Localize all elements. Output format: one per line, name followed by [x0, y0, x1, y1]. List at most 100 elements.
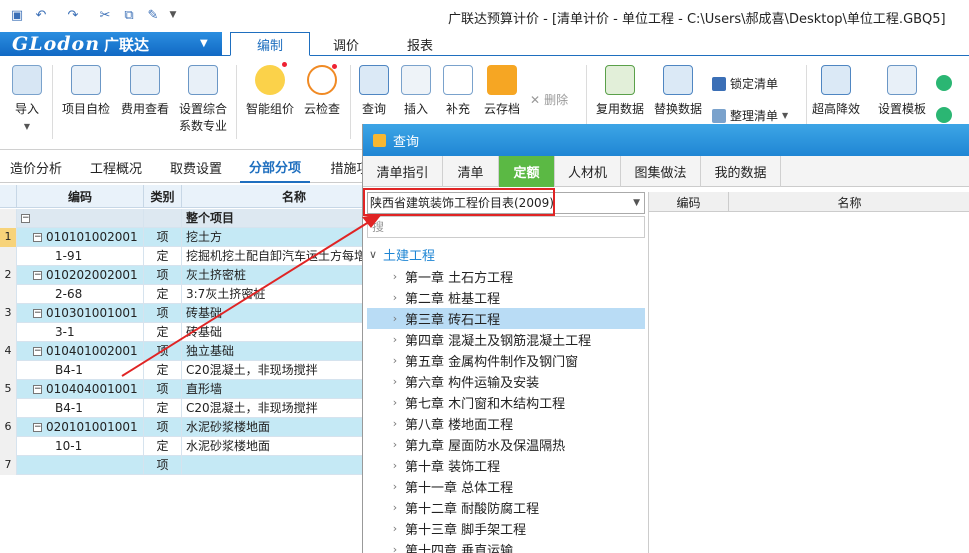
column-type[interactable]: 类别 — [144, 185, 182, 208]
results-column-code[interactable]: 编码 — [649, 192, 729, 212]
chapter-label: 第四章 混凝土及钢筋混凝土工程 — [405, 334, 592, 349]
tree-chapter-item[interactable]: › 第十一章 总体工程 — [367, 476, 645, 497]
smart-pricing-button[interactable]: 智能组价 — [244, 62, 296, 118]
query-button[interactable]: 查询 — [356, 65, 392, 118]
table-row[interactable]: 4 −010401002001 项独立基础 — [0, 342, 362, 361]
chevron-right-icon: › — [392, 438, 398, 451]
row-code: 3-1 — [55, 325, 75, 339]
paste-icon[interactable]: ✎ — [144, 6, 162, 24]
collapse-icon[interactable]: − — [21, 214, 30, 223]
project-self-check-button[interactable]: 项目自检 — [60, 65, 112, 118]
collapse-icon[interactable]: − — [33, 347, 42, 356]
tree-chapter-item[interactable]: › 第十二章 耐酸防腐工程 — [367, 497, 645, 518]
table-row[interactable]: 2-68 定 3:7灰土挤密桩 — [0, 285, 362, 304]
table-row[interactable]: 1-91 定挖掘机挖土配自卸汽车运土方每增 — [0, 247, 362, 266]
menu-tab-edit[interactable]: 编制 — [230, 32, 310, 56]
table-row-project[interactable]: − 整个项目 — [0, 209, 362, 228]
row-number — [0, 247, 17, 266]
collapse-icon[interactable]: − — [33, 423, 42, 432]
tree-chapter-item[interactable]: › 第十章 装饰工程 — [367, 455, 645, 476]
tab-my-data[interactable]: 我的数据 — [701, 156, 781, 187]
row-number: 3 — [0, 304, 17, 323]
table-row[interactable]: B4-1 定 C20混凝土，非现场搅拌 — [0, 399, 362, 418]
undo-icon[interactable]: ↶ — [32, 6, 50, 24]
collapse-icon[interactable]: − — [33, 385, 42, 394]
tree-chapter-item[interactable]: › 第十四章 垂直运输 — [367, 539, 645, 553]
tab-project-overview[interactable]: 工程概况 — [82, 151, 150, 183]
table-row[interactable]: B4-1 定 C20混凝土，非现场搅拌 — [0, 361, 362, 380]
set-compound-button[interactable]: 设置综合 系数专业 — [176, 65, 230, 135]
extra-tool-button-1[interactable] — [936, 75, 952, 91]
organize-icon — [712, 108, 726, 123]
menu-tab-adjust[interactable]: 调价 — [312, 32, 380, 56]
row-number: 2 — [0, 266, 17, 285]
tab-atlas-method[interactable]: 图集做法 — [621, 156, 701, 187]
tab-labor-material[interactable]: 人材机 — [555, 156, 621, 187]
fee-view-button[interactable]: 费用查看 — [118, 65, 172, 118]
results-column-name[interactable]: 名称 — [729, 192, 969, 212]
supplement-button[interactable]: 补充 — [440, 65, 476, 118]
table-row[interactable]: 5 −010404001001 项直形墙 — [0, 380, 362, 399]
organize-list-button[interactable]: 整理清单 ▼ — [712, 107, 788, 124]
collapse-icon[interactable]: − — [33, 271, 42, 280]
tree-chapter-item[interactable]: › 第七章 木门窗和木结构工程 — [367, 392, 645, 413]
import-button[interactable]: 导入 ▼ — [8, 65, 46, 135]
row-type: 定 — [144, 323, 182, 342]
tree-root[interactable]: ∨ 土建工程 — [367, 244, 435, 264]
cloud-archive-button[interactable]: 云存档 — [482, 65, 522, 118]
app-logo[interactable]: GLodon 广联达 ▼ — [0, 32, 222, 56]
cloud-check-button[interactable]: 云检查 — [300, 64, 344, 118]
table-row[interactable]: 7项 — [0, 456, 362, 475]
tab-list[interactable]: 清单 — [443, 156, 499, 187]
tree-chapter-item[interactable]: › 第六章 构件运输及安装 — [367, 371, 645, 392]
collapse-icon[interactable]: − — [33, 309, 42, 318]
row-name: 挖掘机挖土配自卸汽车运土方每增 — [182, 247, 362, 266]
save-icon[interactable]: ▣ — [8, 6, 26, 24]
reuse-data-button[interactable]: 复用数据 — [594, 65, 646, 118]
tree-chapter-item[interactable]: › 第一章 土石方工程 — [367, 266, 645, 287]
collapse-icon[interactable]: − — [33, 233, 42, 242]
high-rise-efficiency-button[interactable]: 超高降效 — [810, 65, 862, 118]
row-code: 2-68 — [55, 287, 83, 301]
tree-chapter-item[interactable]: › 第八章 楼地面工程 — [367, 413, 645, 434]
chapter-label: 第七章 木门窗和木结构工程 — [405, 397, 566, 412]
tree-chapter-item[interactable]: › 第三章 砖石工程 — [367, 308, 645, 329]
extra-tool-button-2[interactable] — [936, 107, 952, 123]
tree-chapter-item[interactable]: › 第十三章 脚手架工程 — [367, 518, 645, 539]
table-row[interactable]: 10-1 定水泥砂浆楼地面 — [0, 437, 362, 456]
tree-chapter-item[interactable]: › 第九章 屋面防水及保温隔热 — [367, 434, 645, 455]
lock-list-button[interactable]: 锁定清单 — [712, 75, 778, 92]
tab-quota[interactable]: 定额 — [499, 156, 555, 187]
search-input[interactable]: 搜 — [367, 216, 645, 238]
set-template-button[interactable]: 设置模板 — [876, 65, 928, 118]
column-name[interactable]: 名称 — [182, 185, 362, 208]
delete-button[interactable]: ✕ 删除 — [530, 91, 568, 108]
menu-tab-report[interactable]: 报表 — [384, 32, 456, 56]
customize-quick-access-icon[interactable]: ▼ — [164, 6, 182, 24]
cut-icon[interactable]: ✂ — [96, 6, 114, 24]
row-type: 项 — [144, 456, 182, 475]
tab-sub-items[interactable]: 分部分项 — [240, 151, 310, 183]
copy-icon[interactable]: ⧉ — [120, 6, 138, 24]
table-row[interactable]: 1 −010101002001 项挖土方 — [0, 228, 362, 247]
redo-icon[interactable]: ↷ — [64, 6, 82, 24]
chevron-right-icon: › — [392, 354, 398, 367]
tab-list-guide[interactable]: 清单指引 — [363, 156, 443, 187]
quota-results-grid: 编码 名称 — [648, 192, 969, 553]
tab-cost-analysis[interactable]: 造价分析 — [4, 151, 68, 183]
tree-chapter-item[interactable]: › 第二章 桩基工程 — [367, 287, 645, 308]
row-name: 砖基础 — [182, 323, 362, 342]
tab-fee-settings[interactable]: 取费设置 — [162, 151, 230, 183]
table-row[interactable]: 6 −020101001001 项水泥砂浆楼地面 — [0, 418, 362, 437]
table-row[interactable]: 2 −010202002001 项灰土挤密桩 — [0, 266, 362, 285]
table-row[interactable]: 3-1 定砖基础 — [0, 323, 362, 342]
tree-chapter-item[interactable]: › 第四章 混凝土及钢筋混凝土工程 — [367, 329, 645, 350]
replace-data-button[interactable]: 替换数据 — [652, 65, 704, 118]
extra-tool-icon — [936, 75, 952, 91]
tree-chapter-item[interactable]: › 第五章 金属构件制作及钢门窗 — [367, 350, 645, 371]
window-title: 广联达预算计价 - [清单计价 - 单位工程 - C:\Users\郝成喜\De… — [448, 12, 946, 27]
column-code[interactable]: 编码 — [17, 185, 144, 208]
insert-button[interactable]: 插入 — [398, 65, 434, 118]
chapter-label: 第八章 楼地面工程 — [405, 418, 514, 433]
table-row[interactable]: 3 −010301001001 项砖基础 — [0, 304, 362, 323]
